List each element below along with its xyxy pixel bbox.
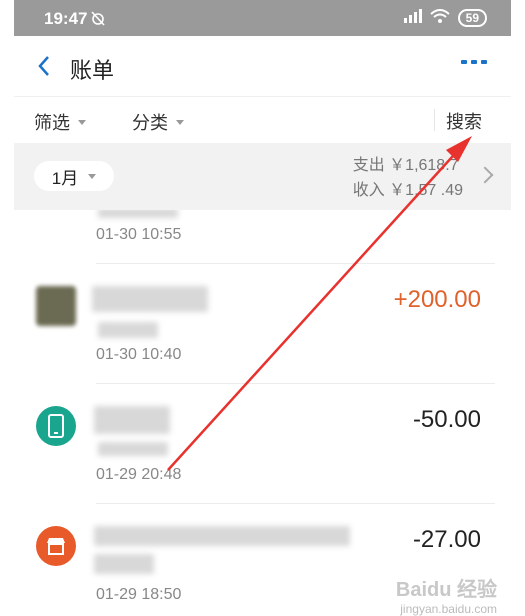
- transaction-amount: -27.00: [412, 526, 481, 553]
- transaction-time: 01-29 20:48: [96, 466, 182, 483]
- transaction-time: 01-30 10:40: [96, 346, 182, 363]
- shop-icon: [36, 526, 76, 566]
- page-title: 账单: [70, 58, 115, 83]
- category-dropdown[interactable]: 分类: [132, 109, 184, 135]
- filter-dropdown[interactable]: 筛选: [34, 109, 86, 135]
- blurred-text: [94, 406, 170, 434]
- caret-down-icon: [88, 173, 97, 179]
- month-label: 1月: [51, 168, 79, 188]
- alarm-off-icon: [90, 10, 106, 31]
- frame-right: [511, 0, 525, 616]
- blurred-text: [92, 286, 208, 312]
- transaction-time: 01-29 18:50: [96, 586, 182, 603]
- caret-down-icon: [176, 119, 184, 125]
- wifi-icon: [429, 8, 450, 28]
- list-item[interactable]: 01-29 20:48 -50.00: [14, 384, 511, 504]
- list-item[interactable]: 01-30 10:55: [14, 210, 511, 264]
- signal-icon: [403, 8, 422, 28]
- watermark: Baidu 经验 jingyan.baidu.com: [396, 573, 497, 616]
- status-icons: 59: [403, 8, 487, 28]
- transaction-amount: +200.00: [393, 286, 481, 313]
- transaction-amount: -50.00: [412, 406, 481, 433]
- income-total: 收入 ￥1,57 .49: [352, 182, 463, 199]
- transaction-time: 01-30 10:55: [96, 226, 182, 243]
- month-totals: 支出 ￥1,618.7 收入 ￥1,57 .49: [353, 153, 463, 203]
- month-selector[interactable]: 1月: [34, 161, 114, 191]
- blurred-text: [98, 322, 158, 338]
- status-time: 19:47: [44, 9, 88, 28]
- more-options-icon[interactable]: [461, 60, 487, 64]
- expense-total: 支出 ￥1,618.7: [352, 157, 459, 174]
- chevron-right-icon[interactable]: [476, 166, 494, 184]
- watermark-url: jingyan.baidu.com: [400, 602, 497, 616]
- phone-screen: 19:47 59 账单 筛选 分类 搜索 1月 支出 ￥1,618.7 收入 ￥…: [14, 0, 511, 616]
- month-summary: 1月 支出 ￥1,618.7 收入 ￥1,57 .49: [14, 143, 511, 210]
- filter-label: 筛选: [34, 113, 70, 133]
- watermark-brand: Baidu 经验: [395, 579, 497, 601]
- status-bar: 19:47 59: [14, 0, 511, 36]
- transaction-list: 01-30 10:55 01-30 10:40 +200.00 01-29 20…: [14, 210, 511, 616]
- blurred-text: [98, 442, 168, 456]
- blurred-text: [98, 210, 178, 218]
- phone-icon: [36, 406, 76, 446]
- list-item[interactable]: 01-30 10:40 +200.00: [14, 264, 511, 384]
- search-button[interactable]: 搜索: [446, 108, 482, 134]
- frame-left: [0, 0, 14, 616]
- category-label: 分类: [132, 113, 168, 133]
- battery-indicator: 59: [457, 9, 487, 27]
- filter-bar: 筛选 分类 搜索: [14, 96, 511, 144]
- blurred-text: [94, 526, 350, 546]
- blurred-text: [94, 554, 154, 574]
- back-arrow-icon[interactable]: [32, 52, 58, 80]
- app-header: 账单: [14, 36, 511, 96]
- avatar: [36, 286, 76, 326]
- caret-down-icon: [78, 119, 86, 125]
- divider: [434, 109, 435, 131]
